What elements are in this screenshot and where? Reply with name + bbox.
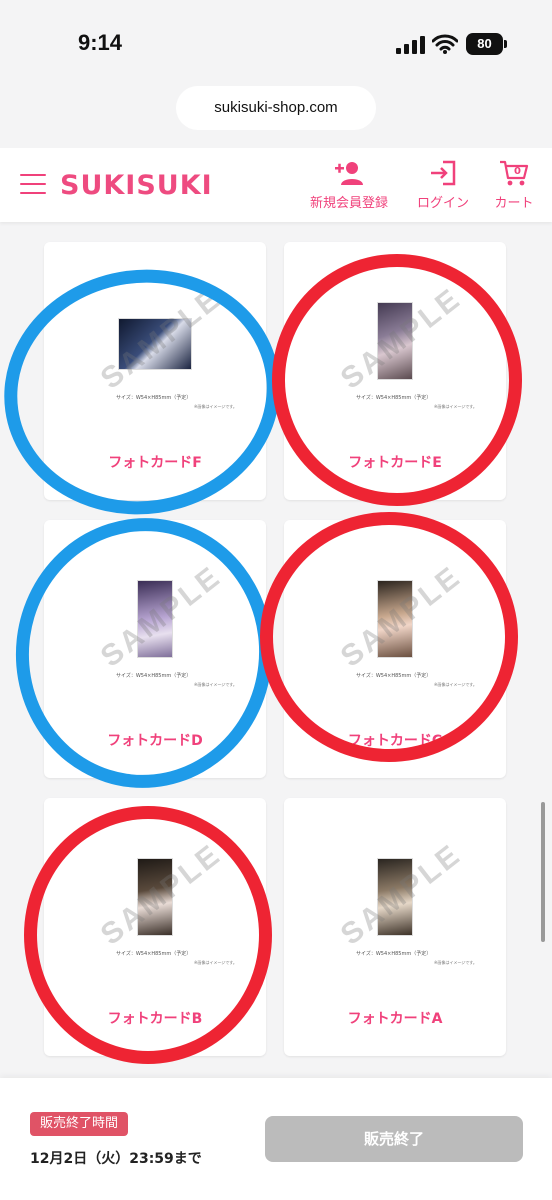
product-note: ※画像はイメージです。 xyxy=(194,404,237,409)
sale-end-badge: 販売終了時間 xyxy=(30,1112,129,1136)
sample-watermark: SAMPLE xyxy=(94,281,228,396)
status-time: 9:14 xyxy=(78,30,123,55)
battery-level: 80 xyxy=(466,33,503,55)
product-note: ※画像はイメージです。 xyxy=(194,960,237,965)
product-size: サイズ：W54×H85mm（予定） xyxy=(116,395,192,401)
product-card-d[interactable]: SAMPLE サイズ：W54×H85mm（予定） ※画像はイメージです。 フォト… xyxy=(44,520,266,778)
login-icon xyxy=(431,160,456,186)
product-size: サイズ：W54×H85mm（予定） xyxy=(116,673,192,679)
cart-count: 0 xyxy=(514,166,521,177)
product-note: ※画像はイメージです。 xyxy=(434,960,477,965)
login-label: ログイン xyxy=(416,196,469,211)
product-card-f[interactable]: SAMPLE サイズ：W54×H85mm（予定） ※画像はイメージです。 フォト… xyxy=(44,242,266,500)
product-note: ※画像はイメージです。 xyxy=(194,682,237,687)
purchase-footer: 販売終了時間 12月2日（火）23:59まで 販売終了 xyxy=(0,1078,552,1200)
signal-icon xyxy=(396,36,425,54)
product-grid: SAMPLE サイズ：W54×H85mm（予定） ※画像はイメージです。 フォト… xyxy=(0,222,552,1078)
product-size: サイズ：W54×H85mm（予定） xyxy=(356,395,432,401)
site-header: SUKISUKI 新規会員登録 ログイン 0 カート xyxy=(0,148,552,222)
login-button[interactable]: ログイン xyxy=(412,158,474,211)
address-bar[interactable]: sukisuki-shop.com xyxy=(176,86,376,130)
product-card-b[interactable]: SAMPLE サイズ：W54×H85mm（予定） ※画像はイメージです。 フォト… xyxy=(44,798,266,1056)
site-logo[interactable]: SUKISUKI xyxy=(60,170,213,201)
product-title[interactable]: フォトカードD xyxy=(44,730,266,750)
hamburger-menu-icon[interactable] xyxy=(20,174,46,196)
cart-label: カート xyxy=(494,196,534,211)
product-card-a[interactable]: SAMPLE サイズ：W54×H85mm（予定） ※画像はイメージです。 フォト… xyxy=(284,798,506,1056)
register-button[interactable]: 新規会員登録 xyxy=(306,158,392,211)
product-card-e[interactable]: SAMPLE サイズ：W54×H85mm（予定） ※画像はイメージです。 フォト… xyxy=(284,242,506,500)
product-title[interactable]: フォトカードE xyxy=(284,452,506,472)
product-size: サイズ：W54×H85mm（予定） xyxy=(116,951,192,957)
status-bar: 9:14 80 xyxy=(0,0,552,80)
product-note: ※画像はイメージです。 xyxy=(434,682,477,687)
wifi-icon xyxy=(432,34,458,54)
product-title[interactable]: フォトカードF xyxy=(44,452,266,472)
battery-icon: 80 xyxy=(466,33,508,55)
scrollbar[interactable] xyxy=(541,802,545,942)
product-card-c[interactable]: SAMPLE サイズ：W54×H85mm（予定） ※画像はイメージです。 フォト… xyxy=(284,520,506,778)
product-title[interactable]: フォトカードC xyxy=(284,730,506,750)
cart-button[interactable]: 0 カート xyxy=(490,158,538,211)
sold-out-button[interactable]: 販売終了 xyxy=(265,1116,523,1162)
product-title[interactable]: フォトカードB xyxy=(44,1008,266,1028)
product-size: サイズ：W54×H85mm（予定） xyxy=(356,673,432,679)
register-label: 新規会員登録 xyxy=(309,196,388,211)
sale-end-date: 12月2日（火）23:59まで xyxy=(30,1151,202,1167)
product-size: サイズ：W54×H85mm（予定） xyxy=(356,951,432,957)
add-user-icon xyxy=(335,162,363,185)
product-title[interactable]: フォトカードA xyxy=(284,1008,506,1028)
product-note: ※画像はイメージです。 xyxy=(434,404,477,409)
